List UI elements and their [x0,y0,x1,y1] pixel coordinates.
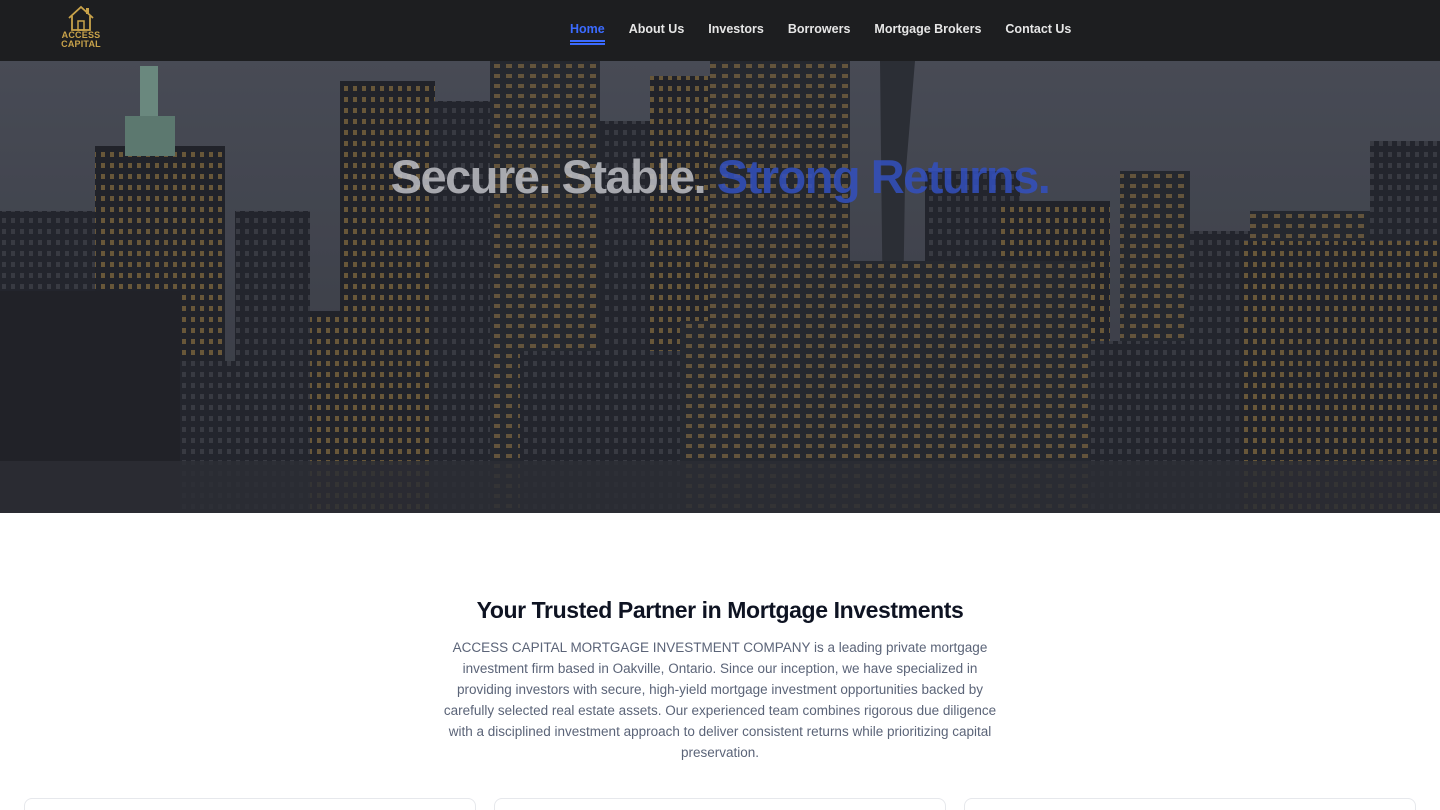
main-nav: Home About Us Investors Borrowers Mortga… [570,22,1095,42]
feature-card [24,798,476,810]
logo-text-line2: CAPITAL [61,39,101,49]
nav-mortgage-brokers[interactable]: Mortgage Brokers [874,22,981,42]
nav-contact-us[interactable]: Contact Us [1005,22,1071,42]
feature-card [494,798,946,810]
feature-card [964,798,1416,810]
city-skyline-image [0,61,1440,513]
nav-home[interactable]: Home [570,22,605,42]
nav-investors[interactable]: Investors [708,22,764,42]
house-icon [68,5,94,31]
top-navbar: ACCESS CAPITAL Home About Us Investors B… [0,0,1440,61]
hero-headline-plain: Secure. Stable. [390,150,707,203]
brand-logo[interactable]: ACCESS CAPITAL [58,5,104,55]
hero-section: Secure. Stable. Strong Returns. [0,61,1440,513]
about-heading: Your Trusted Partner in Mortgage Investm… [476,597,964,623]
hero-headline: Secure. Stable. Strong Returns. [0,149,1440,204]
nav-borrowers[interactable]: Borrowers [788,22,851,42]
hero-headline-accent: Strong Returns. [716,150,1051,203]
nav-about-us[interactable]: About Us [629,22,685,42]
about-description: ACCESS CAPITAL MORTGAGE INVESTMENT COMPA… [443,640,997,760]
